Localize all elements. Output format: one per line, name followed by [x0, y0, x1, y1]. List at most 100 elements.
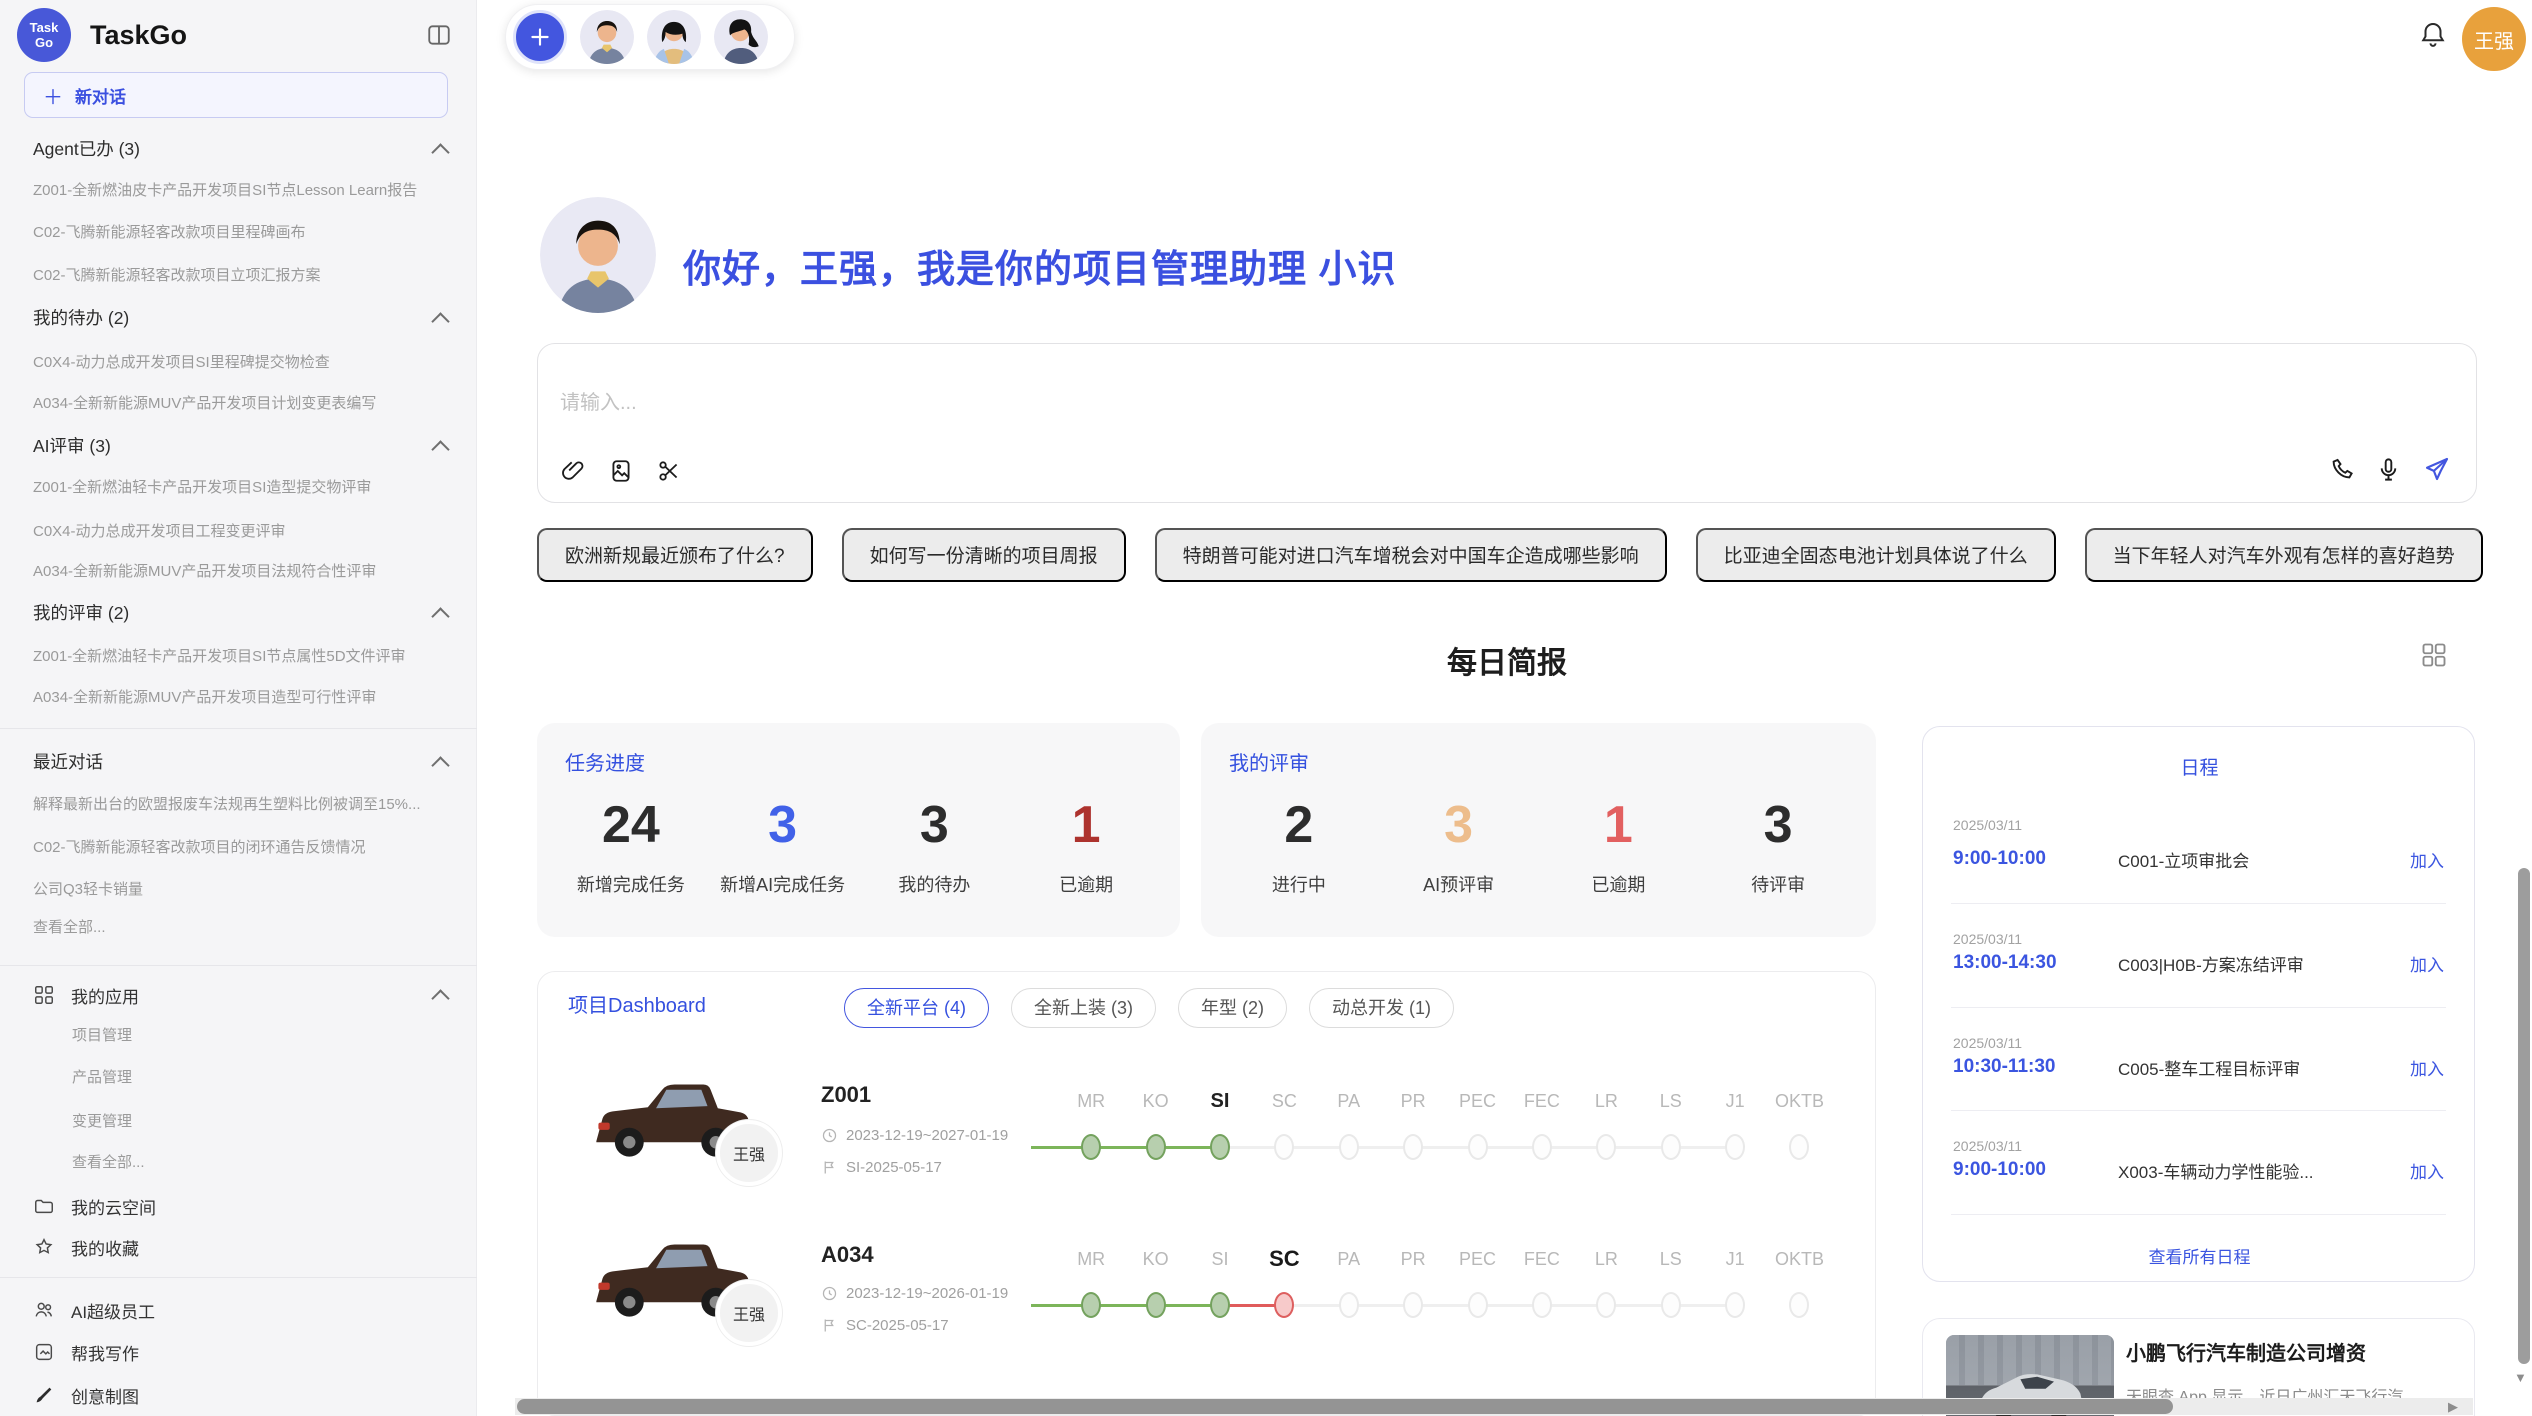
milestone-label: LS — [1639, 1246, 1703, 1272]
schedule-time: 10:30-11:30 — [1953, 1056, 2118, 1078]
plus-icon: ＋ — [43, 81, 63, 110]
recent-view-all[interactable]: 查看全部... — [33, 907, 454, 949]
milestone-dot-done — [1081, 1134, 1101, 1160]
quick-access-pill — [505, 4, 795, 70]
horizontal-scrollbar-thumb[interactable] — [517, 1399, 2173, 1414]
section-my-review[interactable]: 我的评审 (2) — [33, 592, 418, 634]
card-title: 我的评审 — [1229, 747, 1309, 776]
view-all-schedule-link[interactable]: 查看所有日程 — [1923, 1243, 2476, 1268]
chevron-up-icon[interactable] — [434, 297, 450, 339]
sidebar-item-help-me-write[interactable]: 帮我写作 — [33, 1331, 454, 1373]
agent-avatar[interactable] — [714, 10, 768, 64]
scissors-icon[interactable] — [656, 458, 682, 484]
recent-chat-item[interactable]: 解释最新出台的欧盟报废车法规再生塑料比例被调至15%... — [33, 784, 454, 826]
join-link[interactable]: 加入 — [2410, 951, 2444, 976]
schedule-row: 13:00-14:30 C003|H0B-方案冻结评审 加入 — [1953, 943, 2444, 983]
sidebar-item-my-apps[interactable]: 我的应用 — [33, 974, 454, 1016]
milestone-label-current: SC — [1252, 1246, 1316, 1272]
join-link[interactable]: 加入 — [2410, 847, 2444, 872]
milestone-label: LR — [1574, 1088, 1638, 1114]
conversation-item[interactable]: C02-飞腾新能源轻客改款项目立项汇报方案 — [33, 255, 454, 297]
recent-chat-item[interactable]: C02-飞腾新能源轻客改款项目的闭环通告反馈情况 — [33, 827, 454, 869]
suggestion-chip[interactable]: 欧洲新规最近颁布了什么? — [537, 528, 813, 582]
conversation-item[interactable]: C0X4-动力总成开发项目工程变更评审 — [33, 511, 454, 553]
stat-overdue: 1 已逾期 — [1539, 795, 1699, 897]
notification-bell-icon[interactable] — [2418, 18, 2448, 50]
chevron-up-icon[interactable] — [434, 741, 450, 783]
agent-avatar[interactable] — [580, 10, 634, 64]
section-ai-review[interactable]: AI评审 (3) — [33, 425, 418, 467]
layout-grid-icon[interactable] — [2420, 641, 2448, 669]
app-item-product-mgmt[interactable]: 产品管理 — [72, 1057, 454, 1099]
section-agent-done[interactable]: Agent已办 (3) — [33, 128, 418, 170]
phone-icon[interactable] — [2328, 456, 2355, 483]
chevron-up-icon[interactable] — [434, 592, 450, 634]
section-recent-chats[interactable]: 最近对话 — [33, 741, 418, 783]
stat-value: 3 — [920, 795, 949, 855]
conversation-item[interactable]: A034-全新新能源MUV产品开发项目法规符合性评审 — [33, 551, 454, 593]
milestone-label: OKTB — [1767, 1088, 1831, 1114]
recent-chat-item[interactable]: 公司Q3轻卡销量 — [33, 869, 454, 911]
milestone-dot-done — [1210, 1134, 1230, 1160]
sidebar-item-cloud-space[interactable]: 我的云空间 — [33, 1185, 454, 1227]
tab-new-body[interactable]: 全新上装 (3) — [1011, 988, 1156, 1028]
chevron-up-icon[interactable] — [434, 974, 450, 1016]
microphone-icon[interactable] — [2375, 456, 2402, 483]
suggestion-chip[interactable]: 比亚迪全固态电池计划具体说了什么 — [1696, 528, 2056, 582]
conversation-item[interactable]: A034-全新新能源MUV产品开发项目造型可行性评审 — [33, 677, 454, 719]
conversation-item[interactable]: Z001-全新燃油皮卡产品开发项目SI节点Lesson Learn报告 — [33, 170, 454, 212]
message-input[interactable] — [560, 392, 1760, 415]
image-icon[interactable] — [608, 458, 634, 484]
suggestion-chip[interactable]: 当下年轻人对汽车外观有怎样的喜好趋势 — [2085, 528, 2483, 582]
add-agent-button[interactable] — [513, 10, 567, 64]
scroll-right-arrow-icon[interactable]: ▶ — [2448, 1398, 2458, 1415]
milestone-dot — [1789, 1292, 1809, 1318]
sidebar-item-favorites[interactable]: 我的收藏 — [33, 1226, 454, 1268]
chevron-up-icon[interactable] — [434, 425, 450, 467]
join-link[interactable]: 加入 — [2410, 1158, 2444, 1183]
ai-super-staff-label: AI超级员工 — [71, 1298, 155, 1323]
tab-model-year[interactable]: 年型 (2) — [1178, 988, 1287, 1028]
new-chat-button[interactable]: ＋ 新对话 — [24, 72, 448, 118]
agent-avatar[interactable] — [647, 10, 701, 64]
send-icon[interactable] — [2422, 454, 2452, 484]
milestone-label: PR — [1381, 1246, 1445, 1272]
attach-toolbar — [560, 458, 682, 484]
stat-my-todo: 3 我的待办 — [859, 795, 1011, 897]
milestone-dot — [1725, 1292, 1745, 1318]
sidebar-item-ai-super-staff[interactable]: AI超级员工 — [33, 1289, 454, 1331]
apps-view-all[interactable]: 查看全部... — [72, 1142, 454, 1184]
milestone-label: PEC — [1445, 1246, 1509, 1272]
project-flag-milestone: SI-2025-05-17 — [821, 1156, 942, 1178]
app-item-change-mgmt[interactable]: 变更管理 — [72, 1101, 454, 1143]
suggestion-chip[interactable]: 如何写一份清晰的项目周报 — [842, 528, 1126, 582]
section-my-todo[interactable]: 我的待办 (2) — [33, 297, 418, 339]
user-avatar[interactable]: 王强 — [2462, 7, 2526, 71]
vertical-scrollbar-thumb[interactable] — [2518, 868, 2530, 1364]
chevron-up-icon[interactable] — [434, 128, 450, 170]
conversation-item[interactable]: Z001-全新燃油轻卡产品开发项目SI造型提交物评审 — [33, 467, 454, 509]
sidebar-collapse-icon[interactable] — [426, 22, 452, 48]
milestone-dot — [1403, 1134, 1423, 1160]
conversation-item[interactable]: A034-全新新能源MUV产品开发项目计划变更表编写 — [33, 383, 454, 425]
join-link[interactable]: 加入 — [2410, 1055, 2444, 1080]
sidebar-item-creative-drawing[interactable]: 创意制图 — [33, 1374, 454, 1416]
tab-new-platform[interactable]: 全新平台 (4) — [844, 988, 989, 1028]
milestone-dot — [1468, 1134, 1488, 1160]
schedule-title: 日程 — [1923, 753, 2476, 780]
tab-powertrain[interactable]: 动总开发 (1) — [1309, 988, 1454, 1028]
milestone-label-current: SI — [1188, 1088, 1252, 1114]
milestone-track: MR KO SI SC PA PR PEC FEC LR LS J1 OKTB — [1059, 1088, 1839, 1178]
paperclip-icon[interactable] — [560, 458, 586, 484]
my-apps-label: 我的应用 — [71, 983, 139, 1008]
suggestion-chip[interactable]: 特朗普可能对进口汽车增税会对中国车企造成哪些影响 — [1155, 528, 1667, 582]
app-item-project-mgmt[interactable]: 项目管理 — [72, 1015, 454, 1057]
scroll-down-arrow-icon[interactable]: ▼ — [2514, 1370, 2527, 1385]
conversation-item[interactable]: Z001-全新燃油轻卡产品开发项目SI节点属性5D文件评审 — [33, 636, 454, 678]
daily-brief-title: 每日简报 — [537, 638, 2477, 682]
project-code[interactable]: A034 — [821, 1240, 874, 1270]
stat-label: 进行中 — [1272, 871, 1326, 897]
conversation-item[interactable]: C0X4-动力总成开发项目SI里程碑提交物检查 — [33, 342, 454, 384]
project-code[interactable]: Z001 — [821, 1080, 871, 1110]
conversation-item[interactable]: C02-飞腾新能源轻客改款项目里程碑画布 — [33, 212, 454, 254]
